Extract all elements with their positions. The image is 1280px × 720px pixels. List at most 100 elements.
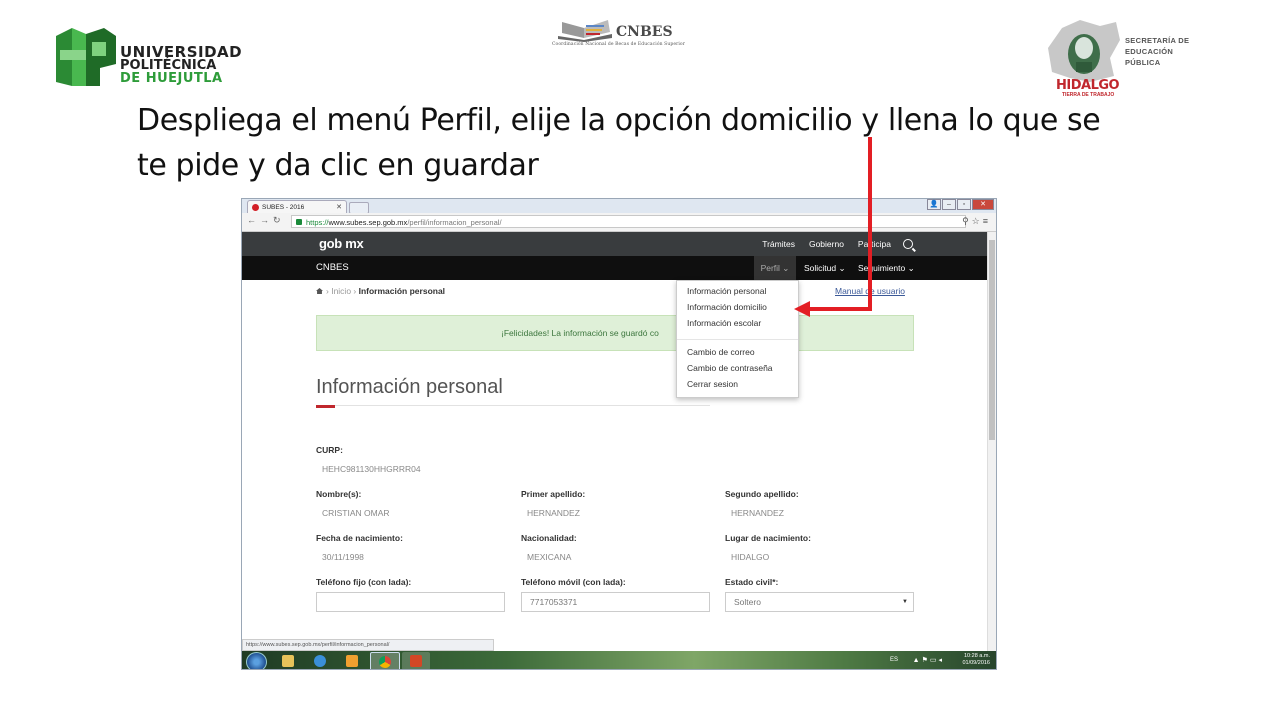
tab-bar: SUBES - 2016 ✕ 👤 – ▫ ✕	[242, 199, 996, 214]
url-host: www.subes.sep.gob.mx	[328, 218, 408, 227]
browser-tab[interactable]: SUBES - 2016 ✕	[247, 200, 347, 213]
taskbar-chrome[interactable]	[370, 652, 400, 669]
start-button[interactable]	[246, 652, 267, 669]
chevron-down-icon: ▼	[902, 599, 908, 605]
breadcrumb: › Inicio › Información personal	[316, 286, 445, 296]
language-indicator[interactable]: ES	[890, 657, 898, 663]
hidalgo-label: HIDALGO	[1056, 78, 1120, 93]
browser-window: SUBES - 2016 ✕ 👤 – ▫ ✕ ←→↻ https://www.s…	[241, 198, 997, 670]
cnbes-logo-subtitle: Coordinación Nacional de Becas de Educac…	[552, 42, 685, 47]
menu-item-cambio-correo[interactable]: Cambio de correo	[687, 347, 755, 357]
lock-icon	[296, 219, 302, 225]
sep-line2: EDUCACIÓN	[1125, 47, 1174, 56]
menu-item-informacion-escolar[interactable]: Información escolar	[687, 318, 761, 328]
breadcrumb-home[interactable]: Inicio	[331, 286, 351, 296]
minimize-button[interactable]: –	[942, 199, 956, 210]
perfil-dropdown: Información personal Información domicil…	[676, 280, 799, 398]
success-alert: ¡Felicidades! La información se guardó c…	[316, 315, 914, 351]
taskbar-ie[interactable]	[306, 652, 334, 669]
curp-value: HEHC981130HHGRRR04	[322, 464, 421, 474]
manual-link[interactable]: Manual de usuario	[835, 286, 905, 296]
menu-seguimiento[interactable]: Seguimiento ⌄	[858, 256, 915, 280]
tab-title: SUBES - 2016	[262, 204, 305, 211]
telefono-movil-label: Teléfono móvil (con lada):	[521, 577, 626, 587]
telefono-fijo-input[interactable]	[316, 592, 505, 612]
gob-link-participa[interactable]: Participa	[858, 239, 891, 249]
cnbes-logo: CNBES Coordinación Nacional de Becas de …	[552, 16, 685, 50]
hidalgo-map-icon	[1048, 20, 1120, 82]
estado-civil-value: Soltero	[734, 597, 761, 607]
page-title: Información personal	[316, 376, 503, 398]
url-input[interactable]: https://www.subes.sep.gob.mx/perfil/info…	[291, 215, 966, 228]
cnbes-book-icon	[558, 20, 612, 42]
gob-mx-logo[interactable]: gob mx	[319, 236, 364, 251]
nacionalidad-label: Nacionalidad:	[521, 533, 577, 543]
site-brand[interactable]: CNBES	[316, 262, 349, 273]
taskbar-powerpoint[interactable]	[402, 652, 430, 669]
sep-line3: PÚBLICA	[1125, 58, 1161, 67]
forward-icon[interactable]: →	[260, 215, 273, 225]
scroll-thumb[interactable]	[989, 240, 995, 440]
address-bar: ←→↻ https://www.subes.sep.gob.mx/perfil/…	[242, 213, 996, 232]
lugar-nacimiento-value: HIDALGO	[731, 552, 770, 562]
search-icon[interactable]	[903, 239, 913, 249]
clock-date: 01/09/2016	[962, 660, 990, 666]
title-divider	[316, 405, 710, 406]
uph-logo-mark	[56, 28, 116, 86]
menu-item-cerrar-sesion[interactable]: Cerrar sesion	[687, 379, 738, 389]
menu-icon[interactable]: ≡	[983, 216, 991, 226]
reload-icon[interactable]: ↻	[273, 215, 285, 225]
lugar-nacimiento-label: Lugar de nacimiento:	[725, 533, 811, 543]
folder-icon	[282, 655, 294, 667]
gob-header: gob mx Trámites Gobierno Participa	[242, 232, 989, 256]
clock[interactable]: 10:28 a.m. 01/09/2016	[962, 653, 990, 667]
telefono-movil-input[interactable]: 7717053371	[521, 592, 710, 612]
nacionalidad-value: MEXICANA	[527, 552, 572, 562]
taskbar-media[interactable]	[338, 652, 366, 669]
curp-label: CURP:	[316, 445, 343, 455]
windows-taskbar: ES ▲⚑▭◂ 10:28 a.m. 01/09/2016	[242, 651, 996, 669]
sep-line1: SECRETARÍA DE	[1125, 36, 1190, 45]
taskbar-explorer[interactable]	[274, 652, 302, 669]
cnbes-logo-name: CNBES	[616, 24, 673, 40]
title-accent	[316, 405, 335, 408]
segundo-apellido-value: HERNANDEZ	[731, 508, 784, 518]
star-icon[interactable]: ☆	[972, 216, 983, 226]
url-scheme: https://	[306, 218, 329, 227]
menu-item-informacion-personal[interactable]: Información personal	[687, 286, 766, 296]
toolbar-right: ⚲☆≡	[962, 216, 991, 227]
menu-solicitud[interactable]: Solicitud ⌄	[804, 256, 846, 280]
estado-civil-label: Estado civil*:	[725, 577, 779, 587]
fecha-nacimiento-value: 30/11/1998	[322, 552, 364, 562]
tray-icons[interactable]: ▲⚑▭◂	[913, 656, 944, 664]
home-icon[interactable]	[316, 288, 323, 294]
menu-perfil[interactable]: Perfil ⌄	[754, 256, 796, 280]
menu-item-cambio-contrasena[interactable]: Cambio de contraseña	[687, 363, 773, 373]
fecha-nacimiento-label: Fecha de nacimiento:	[316, 533, 403, 543]
uph-line3: DE HUEJUTLA	[120, 71, 223, 86]
ie-icon	[314, 655, 326, 667]
url-path: /perfil/informacion_personal/	[407, 218, 502, 227]
clock-time: 10:28 a.m.	[964, 653, 990, 659]
close-window-button[interactable]: ✕	[972, 199, 994, 210]
user-icon[interactable]: 👤	[927, 199, 941, 210]
uph-logo: UNIVERSIDAD POLITÉCNICA DE HUEJUTLA	[52, 24, 242, 94]
gob-link-gobierno[interactable]: Gobierno	[809, 239, 844, 249]
estado-civil-select[interactable]: Soltero ▼	[725, 592, 914, 612]
sep-hidalgo-logo: SECRETARÍA DE EDUCACIÓN PÚBLICA HIDALGO …	[1040, 18, 1200, 104]
maximize-button[interactable]: ▫	[957, 199, 971, 210]
segundo-apellido-label: Segundo apellido:	[725, 489, 799, 499]
page-scrollbar[interactable]	[987, 232, 996, 669]
site-nav: CNBES Perfil ⌄ Solicitud ⌄ Seguimiento ⌄	[242, 256, 989, 280]
gob-link-tramites[interactable]: Trámites	[762, 239, 795, 249]
menu-divider	[677, 339, 798, 340]
menu-item-informacion-domicilio[interactable]: Información domicilio	[687, 302, 767, 312]
breadcrumb-current: Información personal	[358, 286, 446, 296]
chrome-icon	[379, 656, 391, 668]
media-player-icon	[346, 655, 358, 667]
key-icon[interactable]: ⚲	[962, 216, 972, 226]
powerpoint-icon	[410, 655, 422, 667]
nav-buttons: ←→↻	[247, 215, 285, 226]
primer-apellido-label: Primer apellido:	[521, 489, 586, 499]
back-icon[interactable]: ←	[247, 215, 260, 225]
